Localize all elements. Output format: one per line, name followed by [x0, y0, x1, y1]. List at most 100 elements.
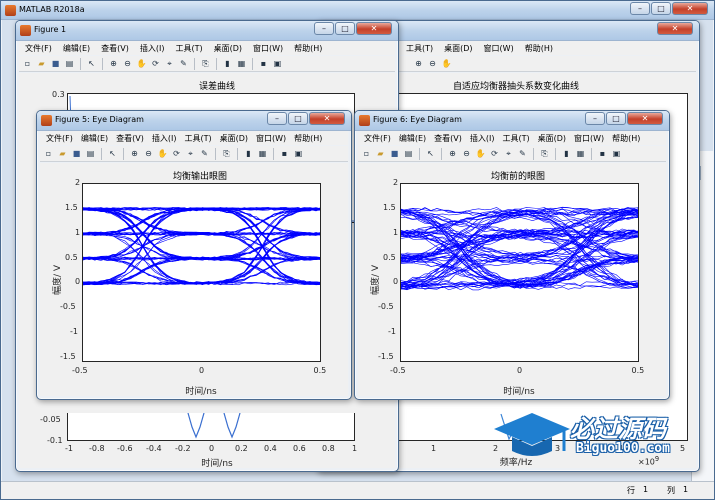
close-button[interactable]: ✕ [356, 22, 392, 35]
hide-tools-icon[interactable]: ▪ [279, 148, 290, 159]
menu-view[interactable]: 查看(V) [116, 133, 144, 144]
menu-tools[interactable]: 工具(T) [502, 133, 529, 144]
rotate-icon[interactable]: ⟳ [489, 148, 500, 159]
menu-file[interactable]: 文件(F) [46, 133, 73, 144]
menu-insert[interactable]: 插入(I) [140, 43, 165, 54]
menu-insert[interactable]: 工具(T) [406, 43, 433, 54]
legend-icon[interactable]: ▦ [257, 148, 268, 159]
maximize-button[interactable]: □ [335, 22, 355, 35]
data-cursor-icon[interactable]: ⌖ [164, 58, 175, 69]
pan-icon[interactable]: ✋ [475, 148, 486, 159]
brush-icon[interactable]: ✎ [517, 148, 528, 159]
menu-window[interactable]: 窗口(W) [253, 43, 283, 54]
pointer-icon[interactable]: ↖ [86, 58, 97, 69]
zoom-out-icon[interactable]: ⊖ [122, 58, 133, 69]
close-button[interactable]: ✕ [657, 22, 693, 35]
rotate-icon[interactable]: ⟳ [171, 148, 182, 159]
new-file-icon[interactable]: ▫ [43, 148, 54, 159]
figure6-window[interactable]: Figure 6: Eye Diagram – □ ✕ 文件(F) 编辑(E) … [354, 110, 670, 400]
close-button[interactable]: ✕ [627, 112, 663, 125]
brush-icon[interactable]: ✎ [178, 58, 189, 69]
open-folder-icon[interactable]: ▰ [36, 58, 47, 69]
minimize-button[interactable]: – [267, 112, 287, 125]
print-icon[interactable]: ▤ [85, 148, 96, 159]
print-icon[interactable]: ▤ [403, 148, 414, 159]
zoom-out-icon[interactable]: ⊖ [427, 58, 438, 69]
hide-tools-icon[interactable]: ▪ [258, 58, 269, 69]
show-tools-icon[interactable]: ▣ [611, 148, 622, 159]
menu-help[interactable]: 帮助(H) [612, 133, 640, 144]
menu-view[interactable]: 查看(V) [101, 43, 129, 54]
menu-insert[interactable]: 插入(I) [470, 133, 495, 144]
pan-icon[interactable]: ✋ [157, 148, 168, 159]
menu-window[interactable]: 窗口(W) [574, 133, 604, 144]
data-cursor-icon[interactable]: ⌖ [503, 148, 514, 159]
menu-file[interactable]: 文件(F) [364, 133, 391, 144]
save-icon[interactable]: ■ [389, 148, 400, 159]
zoom-out-icon[interactable]: ⊖ [461, 148, 472, 159]
menu-help[interactable]: 帮助(H) [525, 43, 553, 54]
maximize-button[interactable]: □ [651, 2, 671, 15]
zoom-in-icon[interactable]: ⊕ [108, 58, 119, 69]
figure6-titlebar[interactable]: Figure 6: Eye Diagram – □ ✕ [355, 111, 669, 131]
zoom-in-icon[interactable]: ⊕ [129, 148, 140, 159]
menu-tools[interactable]: 工具(T) [175, 43, 202, 54]
print-icon[interactable]: ▤ [64, 58, 75, 69]
menu-view[interactable]: 查看(V) [434, 133, 462, 144]
colorbar-icon[interactable]: ▮ [561, 148, 572, 159]
zoom-out-icon[interactable]: ⊖ [143, 148, 154, 159]
new-file-icon[interactable]: ▫ [22, 58, 33, 69]
menu-insert[interactable]: 插入(I) [152, 133, 177, 144]
menu-edit[interactable]: 编辑(E) [399, 133, 426, 144]
save-icon[interactable]: ■ [71, 148, 82, 159]
pointer-icon[interactable]: ↖ [425, 148, 436, 159]
pan-icon[interactable]: ✋ [136, 58, 147, 69]
maximize-button[interactable]: □ [606, 112, 626, 125]
open-folder-icon[interactable]: ▰ [57, 148, 68, 159]
brush-icon[interactable]: ✎ [199, 148, 210, 159]
hide-tools-icon[interactable]: ▪ [597, 148, 608, 159]
zoom-in-icon[interactable]: ⊕ [447, 148, 458, 159]
data-cursor-icon[interactable]: ⌖ [185, 148, 196, 159]
menu-edit[interactable]: 编辑(E) [81, 133, 108, 144]
menu-tools[interactable]: 工具(T) [184, 133, 211, 144]
close-button[interactable]: ✕ [309, 112, 345, 125]
new-file-icon[interactable]: ▫ [361, 148, 372, 159]
menu-desktop[interactable]: 桌面(D) [538, 133, 566, 144]
menu-help[interactable]: 帮助(H) [294, 133, 322, 144]
legend-icon[interactable]: ▦ [575, 148, 586, 159]
zoom-in-icon[interactable]: ⊕ [413, 58, 424, 69]
figure5-titlebar[interactable]: Figure 5: Eye Diagram – □ ✕ [37, 111, 351, 131]
close-button[interactable]: ✕ [672, 2, 708, 15]
lower-axes[interactable] [67, 413, 355, 441]
show-tools-icon[interactable]: ▣ [272, 58, 283, 69]
link-icon[interactable]: ⎘ [200, 58, 211, 69]
save-icon[interactable]: ■ [50, 58, 61, 69]
colorbar-icon[interactable]: ▮ [222, 58, 233, 69]
pan-icon[interactable]: ✋ [441, 58, 452, 69]
maximize-button[interactable]: □ [288, 112, 308, 125]
figure1-titlebar[interactable]: Figure 1 – □ ✕ [16, 21, 398, 41]
eq-axes[interactable] [82, 183, 321, 362]
minimize-button[interactable]: – [585, 112, 605, 125]
menu-desktop[interactable]: 桌面(D) [214, 43, 242, 54]
menu-desktop[interactable]: 桌面(D) [220, 133, 248, 144]
menu-desktop[interactable]: 桌面(D) [444, 43, 472, 54]
menu-edit[interactable]: 编辑(E) [63, 43, 90, 54]
open-folder-icon[interactable]: ▰ [375, 148, 386, 159]
pointer-icon[interactable]: ↖ [107, 148, 118, 159]
menu-window[interactable]: 窗口(W) [484, 43, 514, 54]
show-tools-icon[interactable]: ▣ [293, 148, 304, 159]
colorbar-icon[interactable]: ▮ [243, 148, 254, 159]
link-icon[interactable]: ⎘ [539, 148, 550, 159]
legend-icon[interactable]: ▦ [236, 58, 247, 69]
minimize-button[interactable]: – [314, 22, 334, 35]
pre-axes[interactable] [400, 183, 639, 362]
rotate-icon[interactable]: ⟳ [150, 58, 161, 69]
figure5-window[interactable]: Figure 5: Eye Diagram – □ ✕ 文件(F) 编辑(E) … [36, 110, 352, 400]
link-icon[interactable]: ⎘ [221, 148, 232, 159]
menu-file[interactable]: 文件(F) [25, 43, 52, 54]
menu-help[interactable]: 帮助(H) [294, 43, 322, 54]
menu-window[interactable]: 窗口(W) [256, 133, 286, 144]
minimize-button[interactable]: – [630, 2, 650, 15]
